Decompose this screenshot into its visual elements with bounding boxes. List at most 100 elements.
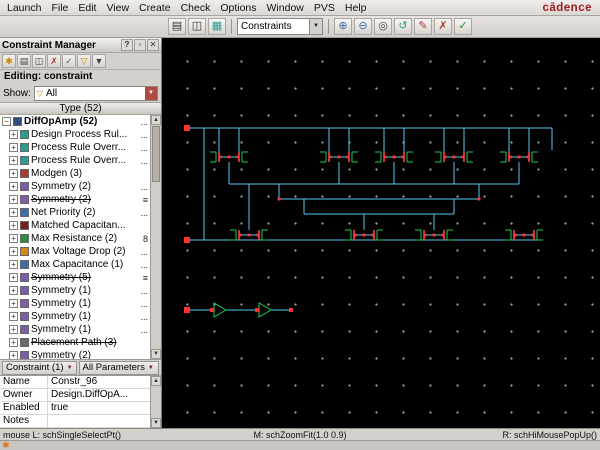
expand-icon[interactable]: + bbox=[9, 273, 18, 282]
new-constraint-icon[interactable]: ✱ bbox=[2, 54, 16, 68]
tree-item-value[interactable]: ... bbox=[134, 299, 150, 309]
chevron-down-icon[interactable]: ▼ bbox=[145, 86, 157, 100]
expand-icon[interactable]: + bbox=[9, 299, 18, 308]
tree-item[interactable]: + Modgen (3) bbox=[0, 167, 150, 180]
menu-launch[interactable]: Launch bbox=[2, 1, 46, 15]
tree-item[interactable]: + Symmetry (2)... bbox=[0, 180, 150, 193]
property-value[interactable] bbox=[48, 415, 150, 427]
expand-icon[interactable]: + bbox=[9, 195, 18, 204]
property-row[interactable]: Owner Design.DiffOpA... bbox=[0, 389, 150, 402]
schematic-canvas[interactable] bbox=[162, 38, 600, 428]
scroll-down-icon[interactable]: ▼ bbox=[151, 349, 161, 359]
copy-icon[interactable]: ◫ bbox=[188, 18, 206, 35]
tree-item-value[interactable]: ... bbox=[134, 312, 150, 322]
doc-icon[interactable]: ▤ bbox=[17, 54, 31, 68]
tree-item-value[interactable]: 8 bbox=[134, 234, 150, 244]
menu-options[interactable]: Options bbox=[215, 1, 261, 15]
tree-item[interactable]: + Matched Capacitan... bbox=[0, 219, 150, 232]
show-filter-combo[interactable]: ▽ All ▼ bbox=[33, 85, 158, 101]
taskbar-launcher-icon[interactable]: ✱ bbox=[2, 441, 10, 450]
tree-item-value[interactable]: ... bbox=[134, 182, 150, 192]
tree-item[interactable]: + Process Rule Overr...... bbox=[0, 154, 150, 167]
parameters-selector[interactable]: All Parameters ▼ bbox=[78, 360, 159, 375]
property-value[interactable]: true bbox=[48, 402, 150, 414]
help-icon[interactable]: ? bbox=[121, 39, 133, 51]
tree-item[interactable]: + Net Priority (2)... bbox=[0, 206, 150, 219]
properties-scrollbar[interactable]: ▲ ▼ bbox=[150, 376, 161, 428]
menu-file[interactable]: File bbox=[46, 1, 73, 15]
tree-item[interactable]: + Symmetry (2) ≡ bbox=[0, 193, 150, 206]
expand-icon[interactable]: + bbox=[9, 130, 18, 139]
expand-icon[interactable]: + bbox=[9, 286, 18, 295]
edit-icon[interactable]: ✎ bbox=[414, 18, 432, 35]
undo-icon[interactable]: ↺ bbox=[394, 18, 412, 35]
tree-item-value[interactable]: ... bbox=[134, 156, 150, 166]
more-options-icon[interactable]: ▼ bbox=[92, 54, 106, 68]
menu-create[interactable]: Create bbox=[134, 1, 176, 15]
tree-item[interactable]: + Max Voltage Drop (2)... bbox=[0, 245, 150, 258]
constraint-selector[interactable]: Constraint (1) ▼ bbox=[2, 360, 77, 375]
menu-pvs[interactable]: PVS bbox=[309, 1, 340, 15]
float-icon[interactable]: ▫ bbox=[134, 39, 146, 51]
tree-item-value[interactable]: ≡ bbox=[134, 273, 150, 283]
tree-item[interactable]: + Symmetry (1)... bbox=[0, 284, 150, 297]
doc-icon[interactable]: ▤ bbox=[168, 18, 186, 35]
expand-icon[interactable]: + bbox=[9, 221, 18, 230]
expand-icon[interactable]: + bbox=[9, 143, 18, 152]
expand-icon[interactable]: + bbox=[9, 338, 18, 347]
delete-icon[interactable]: ✗ bbox=[434, 18, 452, 35]
expand-icon[interactable]: + bbox=[9, 234, 18, 243]
tree-item[interactable]: + Symmetry (1)... bbox=[0, 297, 150, 310]
tree-item-value[interactable]: ... bbox=[134, 208, 150, 218]
expand-icon[interactable]: + bbox=[9, 260, 18, 269]
collapse-icon[interactable]: − bbox=[2, 117, 11, 126]
scroll-up-icon[interactable]: ▲ bbox=[151, 115, 161, 125]
menu-edit[interactable]: Edit bbox=[73, 1, 101, 15]
close-icon[interactable]: ✕ bbox=[147, 39, 159, 51]
filter-icon[interactable]: ▽ bbox=[77, 54, 91, 68]
zoom-fit-icon[interactable]: ◎ bbox=[374, 18, 392, 35]
scroll-down-icon[interactable]: ▼ bbox=[151, 418, 161, 428]
tree-item[interactable]: + Process Rule Overr...... bbox=[0, 141, 150, 154]
tree-item[interactable]: + Max Capacitance (1)... bbox=[0, 258, 150, 271]
expand-icon[interactable]: + bbox=[9, 169, 18, 178]
tree-item[interactable]: + Design Process Rul...... bbox=[0, 128, 150, 141]
schematic[interactable] bbox=[162, 38, 599, 428]
tree-scrollbar[interactable]: ▲ ▼ bbox=[150, 115, 161, 359]
tree-item-value[interactable]: ... bbox=[134, 286, 150, 296]
tree-item[interactable]: + Symmetry (1)... bbox=[0, 323, 150, 336]
tree-item[interactable]: + Symmetry (1)... bbox=[0, 310, 150, 323]
menu-window[interactable]: Window bbox=[262, 1, 309, 15]
expand-icon[interactable]: + bbox=[9, 312, 18, 321]
menu-help[interactable]: Help bbox=[340, 1, 372, 15]
tree-item-value[interactable]: ... bbox=[134, 260, 150, 270]
tree-item[interactable]: + Placement Path (3) bbox=[0, 336, 150, 349]
tree-item-value[interactable]: ... bbox=[134, 143, 150, 153]
scroll-up-icon[interactable]: ▲ bbox=[151, 376, 161, 386]
tree-item-value[interactable]: ... bbox=[134, 325, 150, 335]
grid-icon[interactable]: ▦ bbox=[208, 18, 226, 35]
check-icon[interactable]: ✓ bbox=[454, 18, 472, 35]
zoom-in-icon[interactable]: ⊕ bbox=[334, 18, 352, 35]
expand-icon[interactable]: + bbox=[9, 325, 18, 334]
tree-item-value[interactable]: ≡ bbox=[134, 195, 150, 205]
property-row[interactable]: Notes bbox=[0, 415, 150, 428]
property-value[interactable]: Design.DiffOpA... bbox=[48, 389, 150, 401]
menu-check[interactable]: Check bbox=[176, 1, 216, 15]
expand-icon[interactable]: + bbox=[9, 182, 18, 191]
tree-item[interactable]: + Max Resistance (2) 8 bbox=[0, 232, 150, 245]
zoom-out-icon[interactable]: ⊖ bbox=[354, 18, 372, 35]
panel-title-bar[interactable]: Constraint Manager ? ▫ ✕ bbox=[0, 38, 161, 53]
scrollbar-thumb[interactable] bbox=[152, 126, 160, 182]
chevron-down-icon[interactable]: ▼ bbox=[309, 19, 322, 34]
expand-icon[interactable]: + bbox=[9, 208, 18, 217]
tree-column-header[interactable]: Type (52) bbox=[0, 102, 161, 115]
expand-icon[interactable]: + bbox=[9, 351, 18, 359]
tree-item-value[interactable]: ... bbox=[134, 247, 150, 257]
expand-icon[interactable]: + bbox=[9, 247, 18, 256]
property-row[interactable]: Name Constr_96 bbox=[0, 376, 150, 389]
tree-item[interactable]: − DiffOpAmp (52)... bbox=[0, 115, 150, 128]
menu-view[interactable]: View bbox=[101, 1, 134, 15]
copy-constraint-icon[interactable]: ◫ bbox=[32, 54, 46, 68]
expand-icon[interactable]: + bbox=[9, 156, 18, 165]
